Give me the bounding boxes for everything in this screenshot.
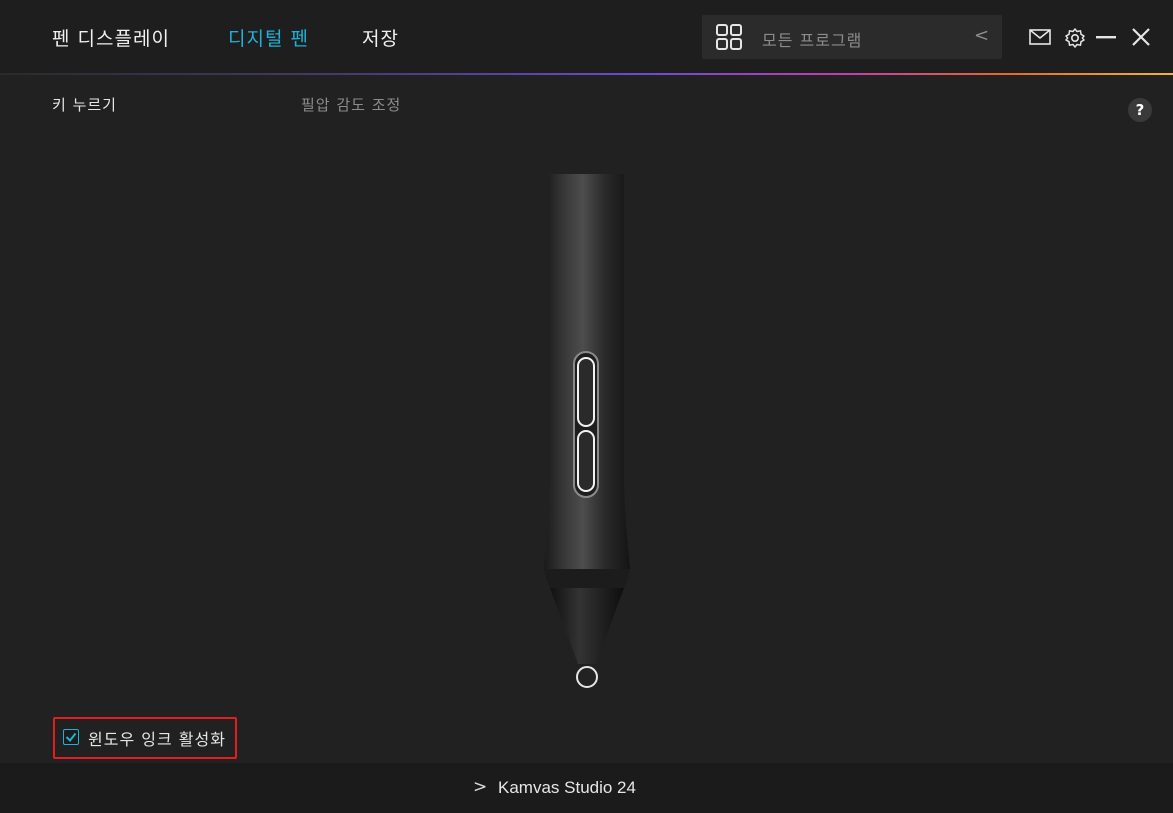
checkmark-icon xyxy=(65,732,77,743)
windows-ink-checkbox[interactable] xyxy=(63,729,79,745)
pen-cone xyxy=(544,569,630,588)
digital-pen-illustration xyxy=(544,174,630,688)
device-name[interactable]: Kamvas Studio 24 xyxy=(498,778,636,798)
accent-divider xyxy=(0,73,1173,75)
grid-icon xyxy=(716,24,742,50)
footer-bar[interactable]: > Kamvas Studio 24 xyxy=(0,763,1173,813)
minimize-icon[interactable] xyxy=(1096,36,1116,40)
tab-digital-pen[interactable]: 디지털 펜 xyxy=(228,24,309,51)
windows-ink-label[interactable]: 윈도우 잉크 활성화 xyxy=(88,726,226,750)
top-bar: 펜 디스플레이 디지털 펜 저장 모든 프로그램 < xyxy=(0,0,1173,74)
subtab-key-press[interactable]: 키 누르기 xyxy=(52,94,117,115)
close-icon[interactable] xyxy=(1132,28,1150,46)
pen-nib xyxy=(576,666,598,688)
subtab-pressure-sensitivity[interactable]: 필압 감도 조정 xyxy=(301,94,401,115)
tab-pen-display[interactable]: 펜 디스플레이 xyxy=(52,24,170,51)
chevron-left-icon[interactable]: < xyxy=(974,25,989,46)
pen-tip xyxy=(550,588,624,664)
tab-storage[interactable]: 저장 xyxy=(362,24,399,51)
help-icon[interactable]: ? xyxy=(1128,98,1152,122)
program-selector[interactable]: 모든 프로그램 < xyxy=(702,15,1002,59)
chevron-right-icon[interactable]: > xyxy=(473,777,487,797)
pen-side-buttons xyxy=(573,351,599,498)
gear-icon[interactable] xyxy=(1064,27,1086,49)
program-selector-label: 모든 프로그램 xyxy=(762,31,863,50)
mail-icon[interactable] xyxy=(1029,29,1051,45)
